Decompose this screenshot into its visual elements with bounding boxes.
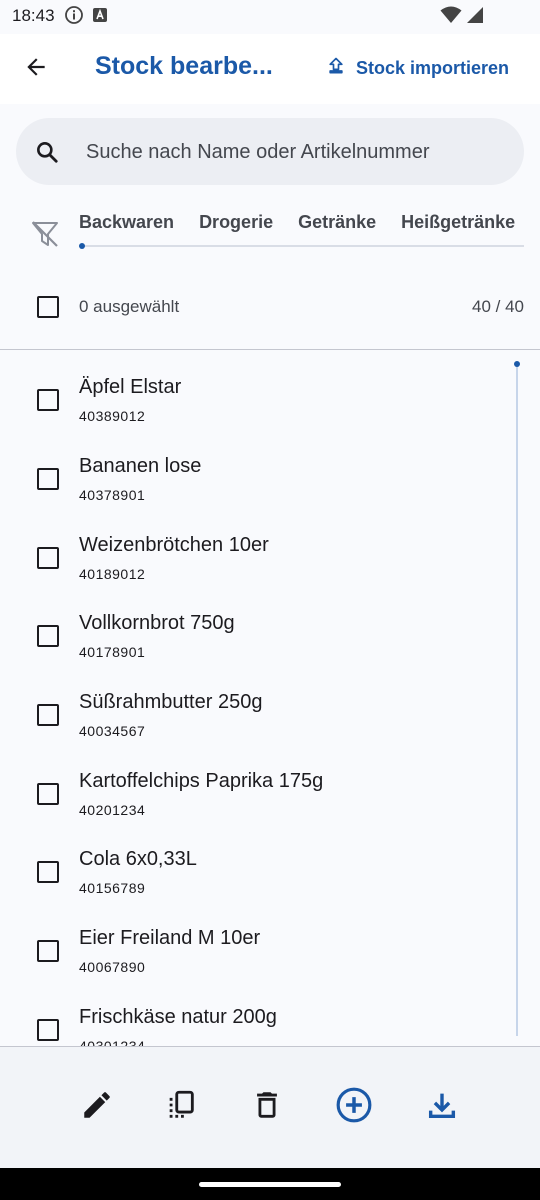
upload-icon: [326, 56, 346, 81]
item-checkbox[interactable]: [37, 389, 59, 411]
signal-icon: [466, 6, 484, 29]
item-number: 40067890: [79, 959, 146, 975]
list-scrollbar[interactable]: [516, 364, 518, 1036]
back-button[interactable]: [14, 51, 58, 87]
article-count: 40 / 40: [472, 297, 524, 316]
edit-icon: [80, 1088, 114, 1127]
item-number: 40034567: [79, 723, 146, 739]
download-icon: [425, 1088, 459, 1127]
status-icons-left: [64, 5, 108, 30]
tab-heissgetraenke[interactable]: Heißgetränke: [401, 212, 515, 233]
item-name: Frischkäse natur 200g: [79, 1006, 277, 1028]
item-name: Bananen lose: [79, 455, 202, 477]
search-icon: [34, 139, 60, 170]
item-name: Cola 6x0,33L: [79, 848, 197, 870]
item-number: 40189012: [79, 566, 146, 582]
list-item[interactable]: Vollkornbrot 750g 40178901: [0, 586, 510, 665]
item-number: 40156789: [79, 880, 146, 896]
list-item[interactable]: Cola 6x0,33L 40156789: [0, 822, 510, 901]
item-checkbox[interactable]: [37, 861, 59, 883]
item-number: 40378901: [79, 487, 146, 503]
tab-drogerie[interactable]: Drogerie: [199, 212, 273, 233]
add-button[interactable]: [334, 1087, 374, 1127]
delete-icon: [250, 1088, 284, 1127]
copy-icon: [164, 1088, 198, 1127]
item-name: Kartoffelchips Paprika 175g: [79, 770, 324, 792]
tab-getraenke[interactable]: Getränke: [298, 212, 376, 233]
list-item[interactable]: Kartoffelchips Paprika 175g 40201234: [0, 744, 510, 823]
tab-backwaren[interactable]: Backwaren: [79, 212, 174, 233]
download-button[interactable]: [422, 1087, 462, 1127]
item-number: 40178901: [79, 644, 146, 660]
status-icons-right: [440, 6, 484, 29]
list-item[interactable]: Weizenbrötchen 10er 40189012: [0, 508, 510, 587]
list-item[interactable]: Bananen lose 40378901: [0, 429, 510, 508]
home-handle[interactable]: [199, 1182, 341, 1187]
a-badge-icon: [92, 7, 108, 28]
delete-button[interactable]: [247, 1087, 287, 1127]
search-bar[interactable]: [16, 118, 524, 187]
item-name: Süßrahmbutter 250g: [79, 691, 263, 713]
tabs-scroll-track: [79, 245, 524, 247]
edit-button[interactable]: [77, 1087, 117, 1127]
list-item[interactable]: Frischkäse natur 200g 40301234: [0, 980, 510, 1047]
list-scrollbar-thumb[interactable]: [514, 361, 520, 367]
item-checkbox[interactable]: [37, 468, 59, 490]
import-stock-label: Stock importieren: [356, 58, 510, 78]
category-tabs: Backwaren Drogerie Getränke Heißgetränke: [79, 212, 515, 233]
list-item[interactable]: Äpfel Elstar 40389012: [0, 350, 510, 429]
tabs-scroll-indicator: [79, 243, 85, 249]
selected-count: 0 ausgewählt: [79, 297, 180, 316]
bottom-action-bar: [0, 1047, 540, 1168]
status-time: 18:43: [12, 6, 55, 25]
item-name: Weizenbrötchen 10er: [79, 534, 269, 556]
item-checkbox[interactable]: [37, 547, 59, 569]
item-name: Eier Freiland M 10er: [79, 927, 261, 949]
item-checkbox[interactable]: [37, 625, 59, 647]
search-input[interactable]: [84, 118, 508, 187]
list-item[interactable]: Süßrahmbutter 250g 40034567: [0, 665, 510, 744]
item-checkbox[interactable]: [37, 704, 59, 726]
info-icon: [64, 5, 84, 30]
item-checkbox[interactable]: [37, 783, 59, 805]
item-checkbox[interactable]: [37, 1019, 59, 1041]
item-checkbox[interactable]: [37, 940, 59, 962]
top-app-bar: Stock bearbe... Stock importieren: [0, 34, 540, 104]
item-number: 40389012: [79, 408, 146, 424]
arrow-back-icon: [23, 54, 49, 85]
system-navigation-bar: [0, 1168, 540, 1200]
article-list[interactable]: Äpfel Elstar 40389012 Bananen lose 40378…: [0, 350, 540, 1047]
item-name: Vollkornbrot 750g: [79, 612, 235, 634]
import-stock-button[interactable]: Stock importieren: [326, 56, 509, 81]
add-circle-icon: [335, 1086, 373, 1129]
copy-button[interactable]: [161, 1087, 201, 1127]
wifi-icon: [440, 6, 462, 29]
item-name: Äpfel Elstar: [79, 376, 182, 398]
list-item[interactable]: Eier Freiland M 10er 40067890: [0, 901, 510, 980]
status-bar: 18:43: [0, 0, 540, 34]
select-all-checkbox[interactable]: [37, 296, 59, 318]
item-number: 40201234: [79, 802, 146, 818]
page-title: Stock bearbe...: [95, 52, 273, 80]
filter-off-icon[interactable]: [30, 220, 60, 253]
